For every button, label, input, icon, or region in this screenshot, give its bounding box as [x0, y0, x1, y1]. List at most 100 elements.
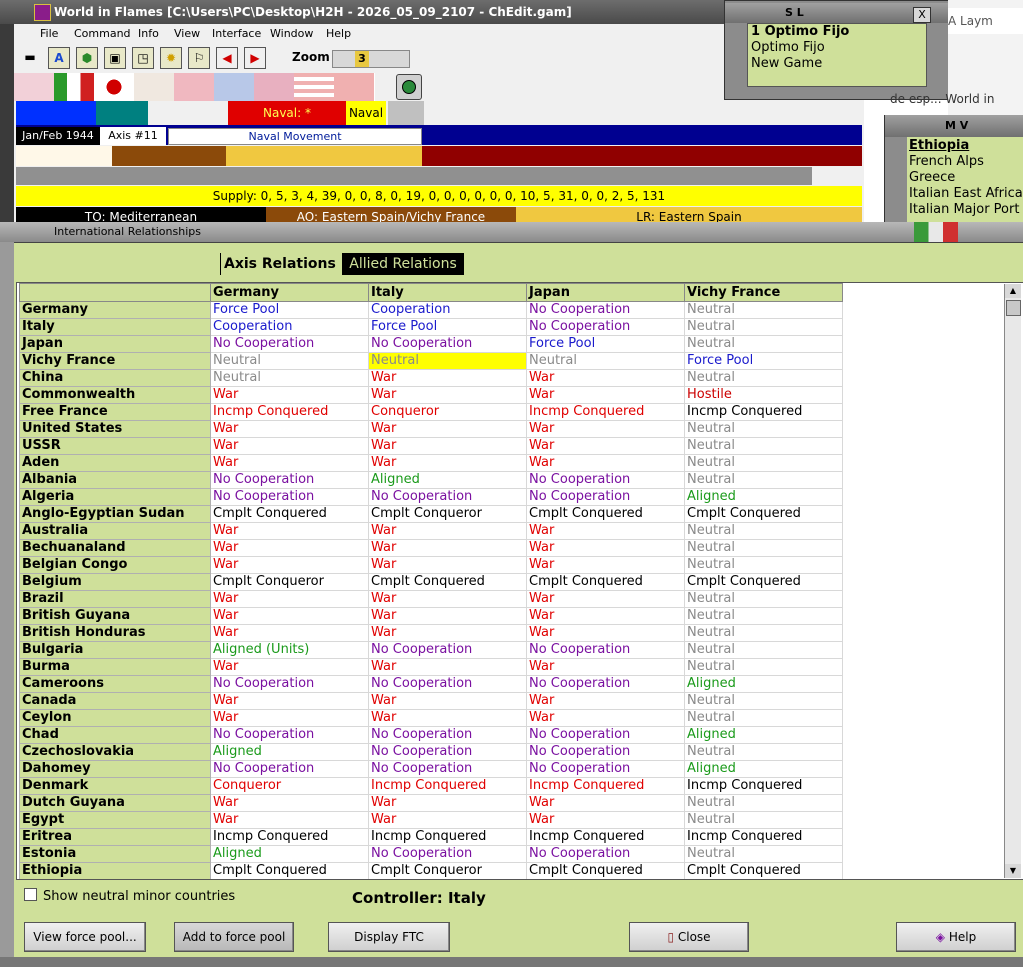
- menu-interface[interactable]: Interface: [212, 27, 261, 40]
- relation-cell[interactable]: War: [210, 658, 369, 676]
- row-country-name[interactable]: Aden: [19, 454, 211, 472]
- relation-cell[interactable]: War: [210, 556, 369, 574]
- relation-cell[interactable]: Incmp Conquered: [684, 828, 843, 846]
- relation-cell[interactable]: War: [526, 658, 685, 676]
- relation-cell[interactable]: No Cooperation: [526, 760, 685, 778]
- flag-japan[interactable]: [94, 73, 135, 101]
- row-country-name[interactable]: Cameroons: [19, 675, 211, 693]
- relation-cell[interactable]: Neutral: [684, 454, 843, 472]
- row-country-name[interactable]: Eritrea: [19, 828, 211, 846]
- relation-cell[interactable]: Neutral: [684, 641, 843, 659]
- relation-cell[interactable]: Aligned: [684, 675, 843, 693]
- relation-cell[interactable]: Cmplt Conqueror: [368, 505, 527, 523]
- relation-cell[interactable]: No Cooperation: [210, 675, 369, 693]
- relation-cell[interactable]: No Cooperation: [368, 335, 527, 353]
- relation-cell[interactable]: War: [210, 709, 369, 727]
- relation-cell[interactable]: Cmplt Conquered: [526, 505, 685, 523]
- relation-cell[interactable]: War: [210, 386, 369, 404]
- relation-cell[interactable]: Neutral: [684, 794, 843, 812]
- row-country-name[interactable]: Ethiopia: [19, 862, 211, 879]
- relation-cell[interactable]: War: [526, 607, 685, 625]
- relation-cell[interactable]: War: [368, 692, 527, 710]
- relation-cell[interactable]: No Cooperation: [526, 318, 685, 336]
- tank-icon[interactable]: ▬: [20, 47, 40, 67]
- table-row[interactable]: Denmark Conqueror Incmp Conquered Incmp Con…: [19, 777, 843, 795]
- relation-cell[interactable]: Incmp Conquered: [684, 403, 843, 421]
- menu-info[interactable]: Info: [138, 27, 159, 40]
- table-row[interactable]: Bechuanaland War War War Neutral: [19, 539, 843, 557]
- zoom-slider-thumb[interactable]: 3: [355, 51, 369, 67]
- mv-item-italian-major-port[interactable]: Italian Major Port: [909, 202, 1023, 218]
- relation-cell[interactable]: Cmplt Conquered: [526, 573, 685, 591]
- relation-cell[interactable]: No Cooperation: [210, 760, 369, 778]
- relation-cell[interactable]: Neutral: [210, 352, 369, 370]
- relation-cell[interactable]: Cmplt Conqueror: [210, 573, 369, 591]
- relation-cell[interactable]: Neutral: [684, 743, 843, 761]
- relation-cell[interactable]: War: [526, 539, 685, 557]
- row-country-name[interactable]: Australia: [19, 522, 211, 540]
- flag-ussr[interactable]: [334, 73, 375, 101]
- table-row[interactable]: USSR War War War Neutral: [19, 437, 843, 455]
- checkbox-icon[interactable]: [24, 888, 37, 901]
- relation-cell[interactable]: No Cooperation: [526, 641, 685, 659]
- table-row[interactable]: Vichy France Neutral Neutral Neutral Force P…: [19, 352, 843, 370]
- add-to-force-pool-button[interactable]: Add to force pool: [174, 922, 294, 952]
- map-icon[interactable]: ▣: [104, 47, 126, 69]
- relation-cell[interactable]: War: [368, 709, 527, 727]
- relation-cell[interactable]: No Cooperation: [368, 675, 527, 693]
- relation-cell[interactable]: War: [210, 607, 369, 625]
- relation-cell[interactable]: Neutral: [684, 845, 843, 863]
- table-row[interactable]: Eritrea Incmp Conquered Incmp Conquered Inc…: [19, 828, 843, 846]
- relation-cell[interactable]: War: [210, 454, 369, 472]
- target-icon[interactable]: [396, 74, 422, 100]
- relation-cell[interactable]: Cmplt Conquered: [684, 505, 843, 523]
- table-row[interactable]: Italy Cooperation Force Pool No Cooperation…: [19, 318, 843, 336]
- row-country-name[interactable]: Egypt: [19, 811, 211, 829]
- relation-cell[interactable]: Neutral: [684, 658, 843, 676]
- row-country-name[interactable]: Free France: [19, 403, 211, 421]
- relation-cell[interactable]: War: [526, 522, 685, 540]
- sun-icon[interactable]: ✹: [160, 47, 182, 69]
- relation-cell[interactable]: War: [526, 811, 685, 829]
- row-country-name[interactable]: British Guyana: [19, 607, 211, 625]
- flag-china[interactable]: [174, 73, 215, 101]
- table-row[interactable]: Albania No Cooperation Aligned No Cooperati…: [19, 471, 843, 489]
- relation-cell[interactable]: War: [368, 794, 527, 812]
- table-row[interactable]: Dahomey No Cooperation No Cooperation No Co…: [19, 760, 843, 778]
- relation-cell[interactable]: Neutral: [684, 420, 843, 438]
- relation-cell[interactable]: No Cooperation: [210, 726, 369, 744]
- scrollbar-thumb[interactable]: [1006, 300, 1021, 316]
- table-row[interactable]: Ceylon War War War Neutral: [19, 709, 843, 727]
- row-country-name[interactable]: Dutch Guyana: [19, 794, 211, 812]
- table-row[interactable]: Commonwealth War War War Hostile: [19, 386, 843, 404]
- relation-cell[interactable]: Neutral: [684, 811, 843, 829]
- row-country-name[interactable]: Belgian Congo: [19, 556, 211, 574]
- row-country-name[interactable]: USSR: [19, 437, 211, 455]
- relation-cell[interactable]: War: [210, 522, 369, 540]
- relation-cell[interactable]: War: [526, 420, 685, 438]
- vertical-scrollbar[interactable]: ▲ ▼: [1004, 284, 1021, 878]
- browser-row[interactable]: de esp... World in: [890, 92, 1023, 106]
- table-row[interactable]: Germany Force Pool Cooperation No Cooperati…: [19, 301, 843, 319]
- table-row[interactable]: Cameroons No Cooperation No Cooperation No …: [19, 675, 843, 693]
- relation-cell[interactable]: Neutral: [684, 692, 843, 710]
- relation-cell[interactable]: War: [368, 522, 527, 540]
- relation-cell[interactable]: Cmplt Conquered: [684, 573, 843, 591]
- table-row[interactable]: China Neutral War War Neutral: [19, 369, 843, 387]
- relation-cell[interactable]: Cooperation: [368, 301, 527, 319]
- relation-cell[interactable]: War: [210, 420, 369, 438]
- row-country-name[interactable]: Czechoslovakia: [19, 743, 211, 761]
- table-row[interactable]: Egypt War War War Neutral: [19, 811, 843, 829]
- table-row[interactable]: Canada War War War Neutral: [19, 692, 843, 710]
- relation-cell[interactable]: No Cooperation: [368, 845, 527, 863]
- table-row[interactable]: British Guyana War War War Neutral: [19, 607, 843, 625]
- sl-line-1[interactable]: 1 Optimo Fijo: [748, 24, 926, 40]
- flag-italy[interactable]: [54, 73, 95, 101]
- relation-cell[interactable]: Conqueror: [368, 403, 527, 421]
- relation-cell[interactable]: Incmp Conquered: [684, 777, 843, 795]
- relation-cell[interactable]: No Cooperation: [368, 743, 527, 761]
- row-country-name[interactable]: Denmark: [19, 777, 211, 795]
- relation-cell[interactable]: War: [210, 692, 369, 710]
- relation-cell[interactable]: War: [368, 437, 527, 455]
- tab-allied-relations[interactable]: Allied Relations: [342, 253, 464, 275]
